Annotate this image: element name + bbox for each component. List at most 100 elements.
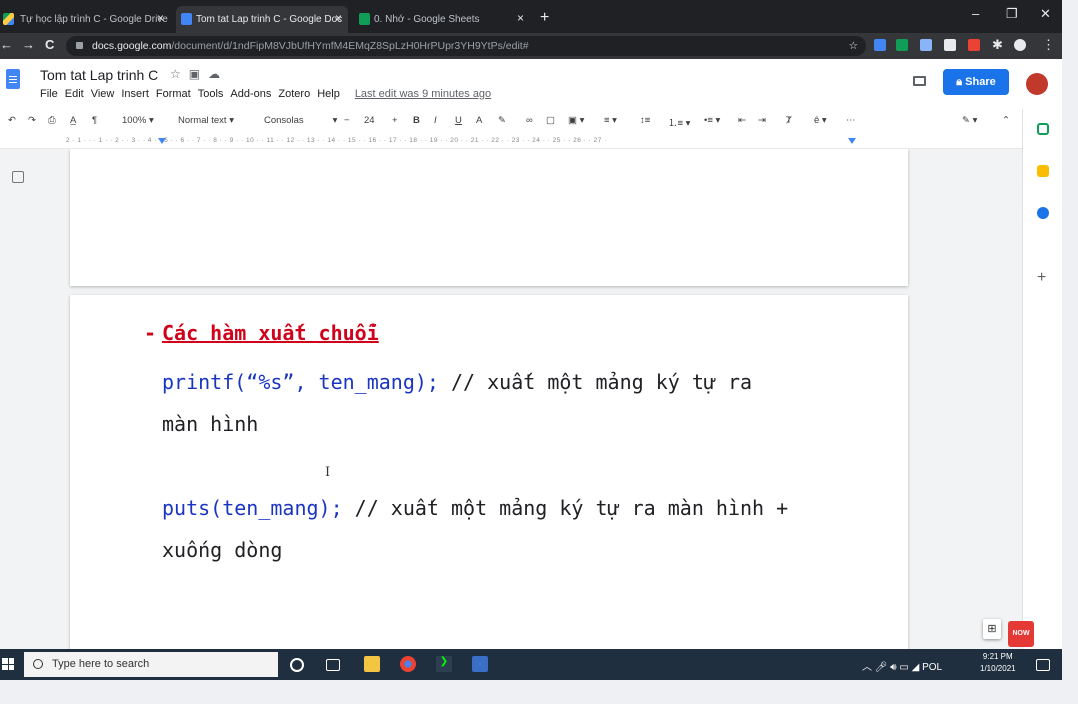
tab-google-sheets[interactable]: 0. Nhớ - Google Sheets × (354, 6, 530, 33)
line-spacing-icon[interactable]: ↕≡ (640, 115, 650, 126)
add-addon-icon[interactable]: + (1037, 269, 1046, 287)
tab-google-docs[interactable]: Tom tat Lap trinh C - Google Doc × (176, 6, 348, 33)
clear-formatting-icon[interactable]: Ⱦ (786, 115, 792, 126)
task-view-icon[interactable] (326, 659, 340, 671)
windows-start-icon[interactable] (2, 658, 14, 670)
forward-arrow-icon[interactable]: → (22, 37, 35, 52)
back-arrow-icon[interactable]: ← (0, 37, 13, 52)
account-avatar[interactable] (1026, 73, 1048, 95)
right-indent-marker[interactable] (848, 138, 856, 144)
network-icon[interactable]: ◢ (912, 662, 920, 673)
page-previous[interactable] (70, 149, 908, 286)
menu-edit[interactable]: Edit (65, 88, 84, 100)
app-icon[interactable] (472, 656, 488, 672)
paint-format-icon[interactable]: ¶ (92, 115, 97, 126)
tab-google-drive[interactable]: Tự học lập trình C - Google Drive × (0, 6, 170, 33)
decrease-font-size-button[interactable]: − (344, 115, 350, 126)
puts-line: puts(ten_mang); // xuất một mảng ký tự r… (162, 496, 788, 520)
menu-help[interactable]: Help (317, 88, 340, 100)
maximize-button[interactable]: ❐ (1006, 6, 1018, 22)
explore-icon[interactable]: ⊞ (983, 619, 1001, 639)
profile-avatar-icon[interactable] (1014, 39, 1026, 51)
cortana-icon[interactable] (290, 658, 304, 672)
window-close-button[interactable]: ✕ (1040, 6, 1051, 22)
more-menu-icon[interactable]: ⋮ (1042, 37, 1055, 53)
text-color-icon[interactable]: A (476, 115, 482, 126)
volume-icon[interactable]: 🔊︎ (890, 662, 896, 673)
spellcheck-icon[interactable]: A̲ (70, 115, 76, 126)
document-outline-icon[interactable] (12, 171, 24, 183)
menu-view[interactable]: View (91, 88, 115, 100)
highlight-icon[interactable]: ✎ (498, 115, 506, 126)
menu-insert[interactable]: Insert (121, 88, 149, 100)
extension-beta-icon[interactable] (896, 39, 908, 51)
menu-zotero[interactable]: Zotero (278, 88, 310, 100)
document-title[interactable]: Tom tat Lap trinh C (40, 67, 158, 83)
chrome-icon[interactable] (400, 656, 416, 672)
more-toolbar-icon[interactable]: ⋯ (846, 115, 856, 126)
close-icon[interactable]: × (517, 11, 524, 25)
taskbar-search[interactable]: Type here to search (24, 652, 278, 677)
font-size-input[interactable]: 24 (364, 115, 375, 126)
collapse-menu-icon[interactable]: ⌃ (1002, 115, 1010, 126)
docs-logo-icon[interactable] (6, 69, 20, 89)
increase-indent-icon[interactable]: ⇥ (758, 115, 766, 126)
language-indicator[interactable]: POL (922, 662, 942, 673)
decrease-indent-icon[interactable]: ⇤ (738, 115, 746, 126)
underline-icon[interactable]: U (455, 115, 462, 126)
font-select[interactable]: Consolas ▾ (264, 115, 337, 126)
terminal-icon[interactable]: ❯ (436, 656, 452, 672)
notifications-icon[interactable] (1036, 659, 1050, 671)
now-badge: NOW (1008, 621, 1034, 647)
keep-icon[interactable] (1037, 165, 1049, 177)
bold-icon[interactable]: B (413, 115, 420, 126)
image-icon[interactable]: ▣ ▾ (568, 115, 584, 126)
share-button[interactable]: 🔒︎ Share (943, 69, 1009, 95)
calendar-icon[interactable] (1037, 123, 1049, 135)
battery-icon[interactable]: ▭ (899, 662, 908, 673)
printf-comment: // xuất một mảng ký tự ra (438, 370, 753, 394)
numbered-list-icon[interactable]: ⒈≡ ▾ (668, 115, 690, 129)
comment-icon[interactable]: ▢ (546, 115, 555, 126)
menu-format[interactable]: Format (156, 88, 191, 100)
extension-icon[interactable] (874, 39, 886, 51)
chevron-up-icon[interactable]: ︿ (862, 662, 872, 673)
italic-icon[interactable]: I (434, 115, 437, 126)
bulleted-list-icon[interactable]: •≡ ▾ (704, 115, 720, 126)
zoom-select[interactable]: 100% ▾ (122, 115, 154, 126)
extension-icon[interactable] (968, 39, 980, 51)
new-tab-button[interactable]: + (540, 9, 549, 27)
increase-font-size-button[interactable]: + (392, 115, 398, 126)
page-current[interactable]: - Các hàm xuất chuỗi printf(“%s”, ten_ma… (70, 295, 908, 649)
extension-icon[interactable] (920, 39, 932, 51)
cloud-status-icon[interactable]: ☁ (208, 67, 228, 81)
input-tools-icon[interactable]: ê ▾ (814, 115, 827, 126)
bookmark-star-icon[interactable]: ☆ (849, 36, 858, 56)
editing-mode-icon[interactable]: ✎ ▾ (962, 115, 977, 126)
left-indent-marker[interactable] (158, 138, 166, 144)
redo-icon[interactable]: ↷ (28, 115, 36, 126)
link-icon[interactable]: ∞ (526, 115, 533, 126)
clock[interactable]: 9:21 PM 1/10/2021 (980, 651, 1016, 675)
comment-history-icon[interactable] (913, 76, 926, 86)
print-icon[interactable]: ⎙ (48, 115, 56, 126)
star-icon[interactable]: ☆ (170, 67, 189, 81)
menu-tools[interactable]: Tools (198, 88, 224, 100)
extensions-puzzle-icon[interactable]: ✱ (992, 37, 1003, 53)
undo-icon[interactable]: ↶ (8, 115, 16, 126)
microphone-icon[interactable]: 🎤︎ (875, 662, 888, 673)
reload-icon[interactable]: C (45, 37, 54, 52)
menu-addons[interactable]: Add-ons (230, 88, 271, 100)
close-icon[interactable]: × (335, 11, 342, 25)
close-icon[interactable]: × (157, 11, 164, 25)
address-bar[interactable]: docs.google.com/document/d/1ndFipM8VJbUf… (66, 36, 866, 56)
style-select[interactable]: Normal text ▾ (178, 115, 234, 126)
last-edit-link[interactable]: Last edit was 9 minutes ago (355, 88, 491, 100)
move-folder-icon[interactable]: ▣ (189, 67, 208, 81)
menu-file[interactable]: File (40, 88, 58, 100)
minimize-button[interactable]: – (972, 6, 979, 21)
tasks-icon[interactable] (1037, 207, 1049, 219)
extension-icon[interactable] (944, 39, 956, 51)
file-explorer-icon[interactable] (364, 656, 380, 672)
align-icon[interactable]: ≡ ▾ (604, 115, 617, 126)
